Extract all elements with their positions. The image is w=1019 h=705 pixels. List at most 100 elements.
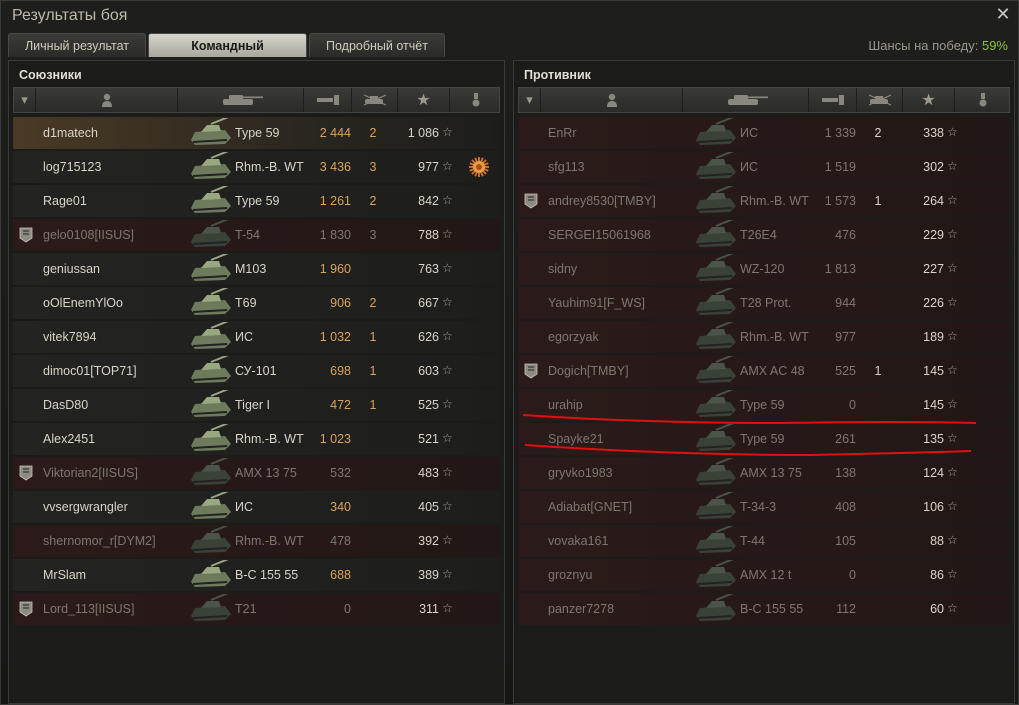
sort-tank-header[interactable] [683,88,809,112]
damage-value: 1 830 [319,228,351,242]
tank-icon [185,386,237,420]
player-row[interactable]: vovaka161 T-44 105 88 ☆ [518,522,1010,557]
tank-name: AMX 12 t [740,568,792,582]
damage-value: 944 [835,296,856,310]
star-icon: ☆ [442,159,453,173]
enemies-column-header: ▾ ★ [518,87,1010,113]
tab-detailed-report[interactable]: Подробный отчёт [309,33,445,57]
player-row[interactable]: Yauhim91[F_WS] T28 Prot. 944 226 ☆ [518,284,1010,319]
player-name: oOlEnemYlOo [43,296,123,310]
player-row[interactable]: sidny WZ-120 1 813 227 ☆ [518,250,1010,285]
tank-name: ИС [235,500,254,514]
tank-icon [690,488,742,522]
medal-icon[interactable] [468,156,490,178]
sort-player-header[interactable] [541,88,683,112]
player-row[interactable]: Lord_113[IISUS] T21 0 311 ☆ [13,590,500,625]
tank-icon [222,95,263,105]
player-row[interactable]: Viktorian2[IISUS] AMX 13 75 532 483 ☆ [13,454,500,489]
xp-value: 788 [418,228,439,242]
xp-value: 145 [923,398,944,412]
player-row[interactable]: vvsergwrangler ИС 340 405 ☆ [13,488,500,523]
star-icon: ☆ [442,465,453,479]
star-icon: ☆ [947,193,958,207]
player-row[interactable]: Alex2451 Rhm.-B. WT 1 023 521 ☆ [13,420,500,455]
player-row[interactable]: panzer7278 B-C 155 55 112 60 ☆ [518,590,1010,625]
player-row[interactable]: Dogich[TMBY] AMX AC 48 525 1 145 ☆ [518,352,1010,387]
sort-medals-header[interactable] [450,88,502,112]
tank-icon [690,284,742,318]
player-row[interactable]: andrey8530[TMBY] Rhm.-B. WT 1 573 1 264 ☆ [518,182,1010,217]
player-name: vitek7894 [43,330,97,344]
player-name: panzer7278 [548,602,615,616]
player-row[interactable]: vitek7894 ИС 1 032 1 626 ☆ [13,318,500,353]
damage-value: 525 [835,364,856,378]
damage-value: 698 [330,364,351,378]
kills-value: 1 [369,398,377,412]
sort-kills-header[interactable] [857,88,903,112]
tank-icon [690,250,742,284]
sort-xp-header[interactable]: ★ [398,88,450,112]
star-icon: ☆ [947,261,958,275]
player-name: Dogich[TMBY] [548,364,629,378]
player-row[interactable]: urahip Type 59 0 145 ☆ [518,386,1010,421]
xp-value: 106 [923,500,944,514]
sort-player-header[interactable] [36,88,178,112]
player-row[interactable]: d1matech Type 59 2 444 2 1 086 ☆ [13,114,500,149]
player-name: log715123 [43,160,102,174]
player-row[interactable]: egorzyak Rhm.-B. WT 977 189 ☆ [518,318,1010,353]
star-icon: ★ [921,92,936,109]
player-name: vvsergwrangler [43,500,128,514]
player-name: Rage01 [43,194,87,208]
damage-value: 1 032 [319,330,351,344]
close-icon[interactable]: ✕ [994,5,1012,23]
kills-value: 1 [369,330,377,344]
xp-value: 264 [923,194,944,208]
player-row[interactable]: gelo0108[IISUS] T-54 1 830 3 788 ☆ [13,216,500,251]
player-name: Lord_113[IISUS] [43,602,135,616]
player-name: sfg113 [548,160,585,174]
player-row[interactable]: sfg113 ИС 1 519 302 ☆ [518,148,1010,183]
medal-icon [472,93,480,107]
player-name: DasD80 [43,398,89,412]
player-row[interactable]: Rage01 Type 59 1 261 2 842 ☆ [13,182,500,217]
player-row[interactable]: groznyu AMX 12 t 0 86 ☆ [518,556,1010,591]
sort-clan-header[interactable]: ▾ [519,88,541,112]
damage-value: 112 [836,602,856,616]
tank-name: Type 59 [740,432,785,446]
player-row[interactable]: dimoc01[TOP71] СУ-101 698 1 603 ☆ [13,352,500,387]
damage-value: 340 [330,500,351,514]
allies-rows: d1matech Type 59 2 444 2 1 086 ☆ log715123 Rhm.… [13,114,500,627]
tab-team-result[interactable]: Командный результат [148,33,307,77]
sort-kills-header[interactable] [352,88,398,112]
sort-clan-header[interactable]: ▾ [14,88,36,112]
sort-medals-header[interactable] [955,88,1011,112]
damage-value: 1 813 [824,262,856,276]
player-row[interactable]: gryvko1983 AMX 13 75 138 124 ☆ [518,454,1010,489]
sort-damage-header[interactable] [304,88,352,112]
player-row[interactable]: shernomor_r[DYM2] Rhm.-B. WT 478 392 ☆ [13,522,500,557]
enemies-title: Противник [524,68,591,82]
sort-xp-header[interactable]: ★ [903,88,955,112]
star-icon: ☆ [947,397,958,411]
player-row[interactable]: EnRr ИС 1 339 2 338 ☆ [518,114,1010,149]
damage-value: 977 [835,330,856,344]
player-row[interactable]: geniussan M103 1 960 763 ☆ [13,250,500,285]
player-row[interactable]: Adiabat[GNET] T-34-3 408 106 ☆ [518,488,1010,523]
xp-value: 227 [923,262,944,276]
sort-tank-header[interactable] [178,88,304,112]
player-row[interactable]: log715123 Rhm.-B. WT 3 436 3 977 ☆ [13,148,500,183]
player-row[interactable]: DasD80 Tiger I 472 1 525 ☆ [13,386,500,421]
xp-value: 603 [418,364,439,378]
xp-value: 124 [923,466,944,480]
player-row[interactable]: oOlEnemYlOo T69 906 2 667 ☆ [13,284,500,319]
player-row[interactable]: Spayke21 Type 59 261 135 ☆ [518,420,1010,455]
damage-value: 0 [849,568,856,582]
damage-value: 105 [835,534,856,548]
player-row[interactable]: MrSlam B-C 155 55 688 389 ☆ [13,556,500,591]
player-name: gryvko1983 [548,466,613,480]
tank-icon [185,454,237,488]
player-row[interactable]: SERGEI15061968 T26E4 476 229 ☆ [518,216,1010,251]
sort-damage-header[interactable] [809,88,857,112]
star-icon: ☆ [947,125,958,139]
tab-personal-result[interactable]: Личный результат [8,33,146,57]
